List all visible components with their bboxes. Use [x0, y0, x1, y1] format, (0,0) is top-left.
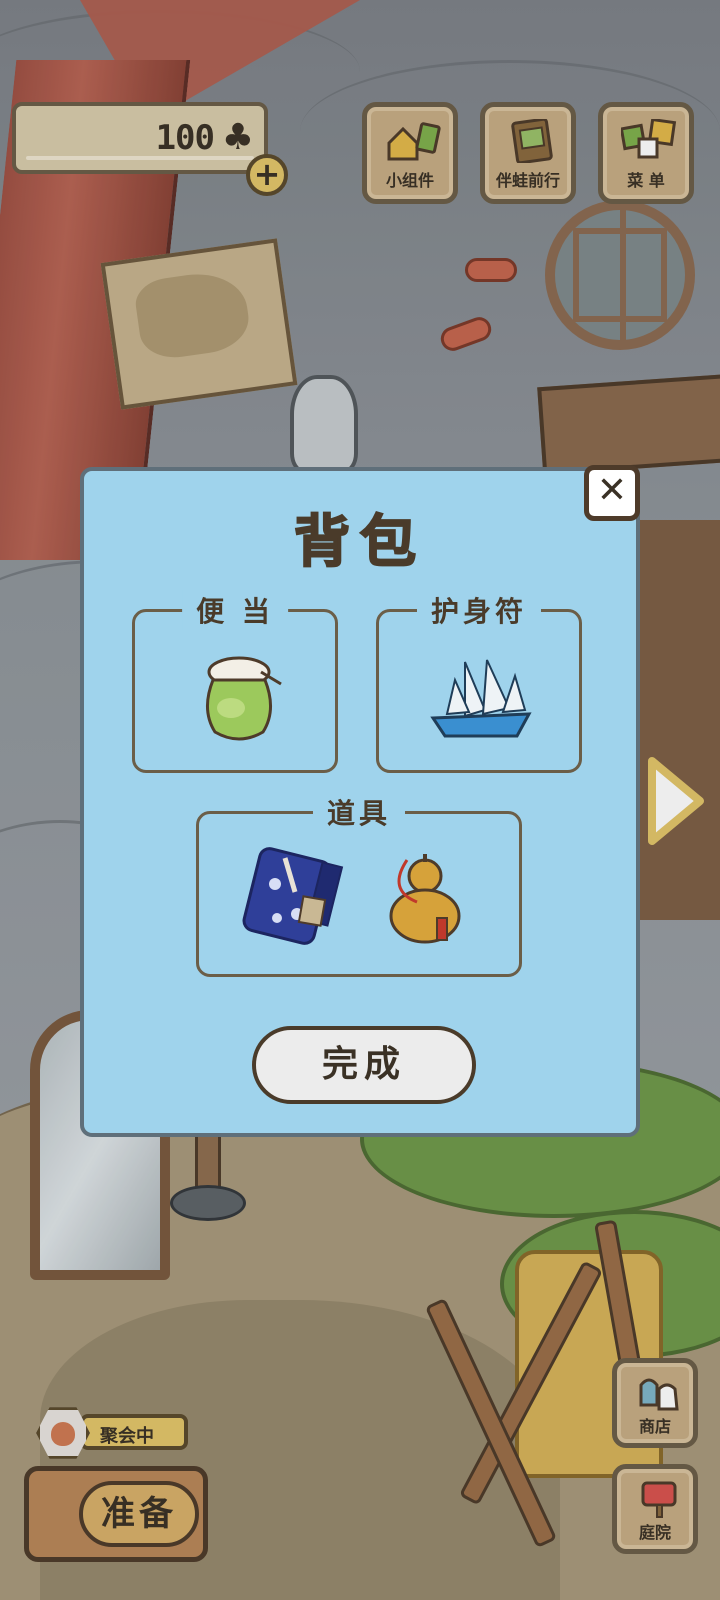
backpack-title: 背包	[293, 509, 426, 576]
close-icon[interactable]: ✕	[584, 465, 640, 521]
tools-section: 道具	[196, 792, 522, 977]
blue-tent-roll-icon[interactable]	[241, 844, 345, 948]
charm-section-label: 护身符	[416, 590, 542, 630]
charm-section: 护身符	[376, 590, 582, 773]
done-button[interactable]: 完成	[252, 1026, 476, 1104]
paper-ship-icon[interactable]	[425, 656, 537, 746]
tools-section-label: 道具	[312, 792, 406, 832]
gourd-icon[interactable]	[377, 850, 477, 950]
green-jar-icon[interactable]	[191, 650, 287, 750]
backpack-dialog: 背包 便 当 护身符 道具 完成	[80, 467, 640, 1137]
lunch-section: 便 当	[132, 590, 338, 773]
lunch-section-label: 便 当	[182, 590, 288, 630]
